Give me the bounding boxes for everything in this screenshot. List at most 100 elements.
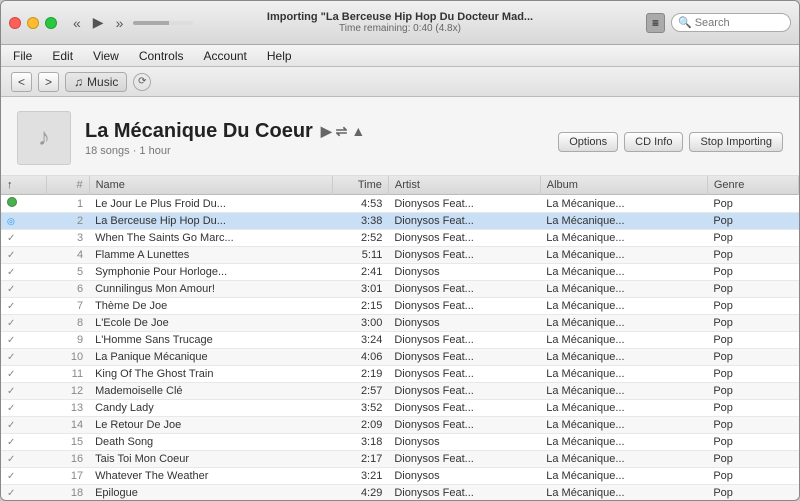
cell-album: La Mécanique... bbox=[540, 468, 707, 485]
close-button[interactable] bbox=[9, 17, 21, 29]
status-check-icon: ✓ bbox=[7, 318, 15, 329]
album-art: ♪ bbox=[17, 111, 71, 165]
table-header-row: ↑ # Name Time Artist Album Genre bbox=[1, 176, 799, 195]
table-row[interactable]: ✓ 7 Thème De Joe 2:15 Dionysos Feat... L… bbox=[1, 298, 799, 315]
cell-status: ✓ bbox=[1, 298, 47, 315]
table-row[interactable]: ✓ 15 Death Song 3:18 Dionysos La Mécaniq… bbox=[1, 434, 799, 451]
table-row[interactable]: ✓ 17 Whatever The Weather 3:21 Dionysos … bbox=[1, 468, 799, 485]
cell-artist: Dionysos bbox=[388, 468, 540, 485]
table-row[interactable]: ✓ 13 Candy Lady 3:52 Dionysos Feat... La… bbox=[1, 400, 799, 417]
cell-artist: Dionysos Feat... bbox=[388, 247, 540, 264]
play-button[interactable]: ▶ bbox=[89, 12, 108, 33]
titlebar: « ▶ » Importing "La Berceuse Hip Hop Du … bbox=[1, 1, 799, 45]
stop-importing-button[interactable]: Stop Importing bbox=[689, 132, 783, 152]
search-input[interactable] bbox=[695, 17, 785, 29]
table-row[interactable]: ✓ 11 King Of The Ghost Train 2:19 Dionys… bbox=[1, 366, 799, 383]
cell-num: 10 bbox=[47, 349, 90, 366]
col-header-genre[interactable]: Genre bbox=[707, 176, 798, 195]
back-button[interactable]: < bbox=[11, 72, 32, 92]
cell-name: Death Song bbox=[89, 434, 332, 451]
menu-help[interactable]: Help bbox=[263, 47, 296, 65]
menu-account[interactable]: Account bbox=[200, 47, 251, 65]
volume-slider[interactable] bbox=[133, 21, 193, 25]
table-row[interactable]: ✓ 16 Tais Toi Mon Coeur 2:17 Dionysos Fe… bbox=[1, 451, 799, 468]
status-check-icon: ✓ bbox=[7, 233, 15, 244]
cell-status: ✓ bbox=[1, 281, 47, 298]
forward-button[interactable]: > bbox=[38, 72, 59, 92]
table-row[interactable]: ✓ 4 Flamme A Lunettes 5:11 Dionysos Feat… bbox=[1, 247, 799, 264]
cell-status: ✓ bbox=[1, 247, 47, 264]
cell-name: Cunnilingus Mon Amour! bbox=[89, 281, 332, 298]
album-actions: Options CD Info Stop Importing bbox=[558, 124, 783, 152]
options-button[interactable]: Options bbox=[558, 132, 618, 152]
col-header-name[interactable]: Name bbox=[89, 176, 332, 195]
menu-view[interactable]: View bbox=[89, 47, 123, 65]
cell-artist: Dionysos bbox=[388, 315, 540, 332]
rewind-button[interactable]: « bbox=[69, 13, 85, 33]
table-row[interactable]: ✓ 8 L'Ecole De Joe 3:00 Dionysos La Méca… bbox=[1, 315, 799, 332]
cell-name: Whatever The Weather bbox=[89, 468, 332, 485]
breadcrumb: ♫ Music bbox=[65, 72, 127, 92]
cell-num: 12 bbox=[47, 383, 90, 400]
album-area: ♪ La Mécanique Du Coeur ▶ ⇌ ▲ 18 songs ·… bbox=[1, 97, 799, 176]
cell-genre: Pop bbox=[707, 332, 798, 349]
cell-name: Tais Toi Mon Coeur bbox=[89, 451, 332, 468]
minimize-button[interactable] bbox=[27, 17, 39, 29]
table-row[interactable]: ✓ 9 L'Homme Sans Trucage 3:24 Dionysos F… bbox=[1, 332, 799, 349]
track-table: ↑ # Name Time Artist Album Genre 1 Le Jo… bbox=[1, 176, 799, 500]
table-row[interactable]: ✓ 12 Mademoiselle Clé 2:57 Dionysos Feat… bbox=[1, 383, 799, 400]
cell-time: 2:41 bbox=[332, 264, 388, 281]
window-title: Importing "La Berceuse Hip Hop Du Docteu… bbox=[267, 11, 533, 23]
table-row[interactable]: ✓ 6 Cunnilingus Mon Amour! 3:01 Dionysos… bbox=[1, 281, 799, 298]
cell-artist: Dionysos Feat... bbox=[388, 366, 540, 383]
cell-genre: Pop bbox=[707, 366, 798, 383]
cell-album: La Mécanique... bbox=[540, 400, 707, 417]
cell-num: 9 bbox=[47, 332, 90, 349]
cell-album: La Mécanique... bbox=[540, 247, 707, 264]
cell-artist: Dionysos bbox=[388, 434, 540, 451]
table-row[interactable]: 1 Le Jour Le Plus Froid Du... 4:53 Diony… bbox=[1, 195, 799, 213]
cell-album: La Mécanique... bbox=[540, 264, 707, 281]
menu-file[interactable]: File bbox=[9, 47, 36, 65]
menu-controls[interactable]: Controls bbox=[135, 47, 188, 65]
cell-num: 15 bbox=[47, 434, 90, 451]
col-header-sort[interactable]: ↑ bbox=[1, 176, 47, 195]
search-icon: 🔍 bbox=[678, 16, 692, 29]
table-row[interactable]: ◎ 2 La Berceuse Hip Hop Du... 3:38 Diony… bbox=[1, 213, 799, 230]
list-view-button[interactable]: ≡ bbox=[646, 13, 665, 33]
cell-album: La Mécanique... bbox=[540, 451, 707, 468]
menu-edit[interactable]: Edit bbox=[48, 47, 77, 65]
cdinfo-button[interactable]: CD Info bbox=[624, 132, 683, 152]
refresh-button[interactable]: ⟳ bbox=[133, 73, 151, 91]
cell-name: Candy Lady bbox=[89, 400, 332, 417]
cell-num: 8 bbox=[47, 315, 90, 332]
cell-name: King Of The Ghost Train bbox=[89, 366, 332, 383]
table-row[interactable]: ✓ 14 Le Retour De Joe 2:09 Dionysos Feat… bbox=[1, 417, 799, 434]
table-row[interactable]: ✓ 3 When The Saints Go Marc... 2:52 Dion… bbox=[1, 230, 799, 247]
cell-num: 7 bbox=[47, 298, 90, 315]
shuffle-album-button[interactable]: ⇌ bbox=[336, 123, 348, 140]
col-header-time[interactable]: Time bbox=[332, 176, 388, 195]
album-top: ♪ La Mécanique Du Coeur ▶ ⇌ ▲ 18 songs ·… bbox=[17, 111, 783, 165]
cell-name: Thème De Joe bbox=[89, 298, 332, 315]
cell-status: ✓ bbox=[1, 230, 47, 247]
cell-status: ✓ bbox=[1, 400, 47, 417]
fastforward-button[interactable]: » bbox=[112, 13, 128, 33]
cell-artist: Dionysos Feat... bbox=[388, 298, 540, 315]
col-header-album[interactable]: Album bbox=[540, 176, 707, 195]
play-album-button[interactable]: ▶ bbox=[321, 123, 332, 140]
table-row[interactable]: ✓ 5 Symphonie Pour Horloge... 2:41 Diony… bbox=[1, 264, 799, 281]
cell-status: ✓ bbox=[1, 468, 47, 485]
cell-num: 1 bbox=[47, 195, 90, 213]
col-header-num[interactable]: # bbox=[47, 176, 90, 195]
window-title-area: Importing "La Berceuse Hip Hop Du Docteu… bbox=[267, 11, 533, 34]
cell-name: La Berceuse Hip Hop Du... bbox=[89, 213, 332, 230]
table-row[interactable]: ✓ 18 Epilogue 4:29 Dionysos Feat... La M… bbox=[1, 485, 799, 501]
cell-album: La Mécanique... bbox=[540, 332, 707, 349]
cell-artist: Dionysos Feat... bbox=[388, 230, 540, 247]
cell-album: La Mécanique... bbox=[540, 195, 707, 213]
maximize-button[interactable] bbox=[45, 17, 57, 29]
col-header-artist[interactable]: Artist bbox=[388, 176, 540, 195]
upload-album-button[interactable]: ▲ bbox=[351, 123, 365, 139]
table-row[interactable]: ✓ 10 La Panique Mécanique 4:06 Dionysos … bbox=[1, 349, 799, 366]
